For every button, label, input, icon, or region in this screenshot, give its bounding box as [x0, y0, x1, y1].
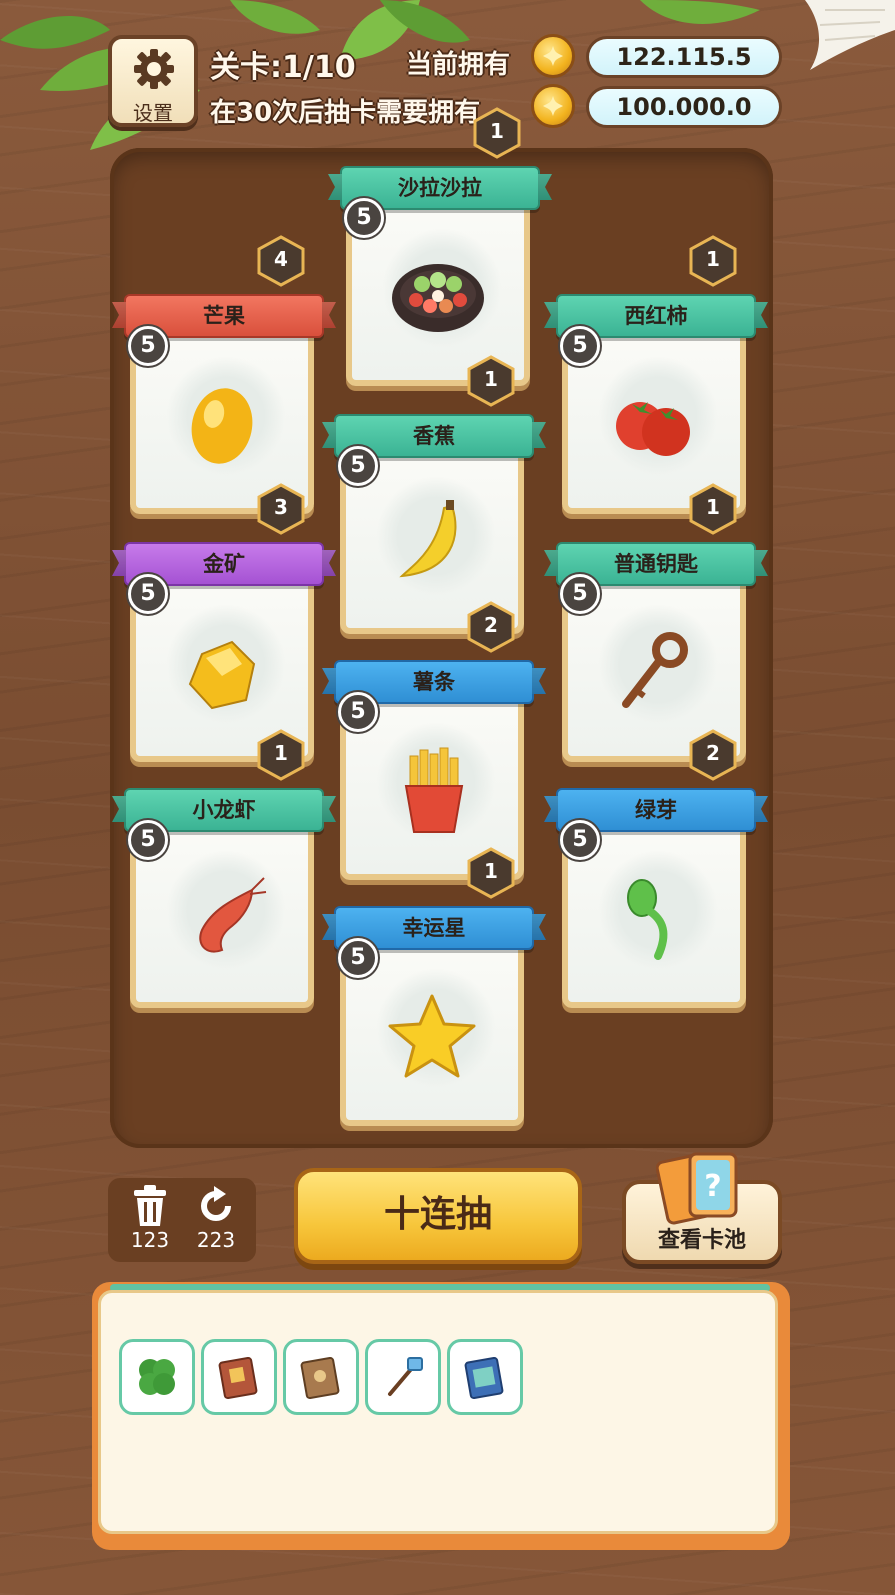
inventory-slot[interactable] [201, 1339, 277, 1415]
card-level-badge: 5 [128, 574, 168, 614]
cards-question-icon: ? [656, 1152, 738, 1225]
trash-count: 123 [130, 1228, 170, 1252]
magic-wand-icon [388, 1357, 423, 1396]
card-count-badge: 1 [686, 482, 740, 536]
svg-text:?: ? [704, 1169, 721, 1204]
inventory-panel [92, 1282, 790, 1550]
card-count-badge: 1 [464, 846, 518, 900]
coin-icon [531, 34, 575, 78]
card-count-badge: 2 [464, 600, 518, 654]
clover-icon [139, 1359, 175, 1395]
view-card-pool-button[interactable]: ? 查看卡池 [622, 1152, 782, 1264]
card-count-badge: 2 [686, 728, 740, 782]
key-icon [622, 632, 688, 708]
card-count-badge: 1 [686, 234, 740, 288]
gold-ore-icon [188, 640, 256, 710]
card-level-badge: 5 [128, 820, 168, 860]
fries-icon [404, 747, 464, 833]
required-value: 100.000.0 [586, 86, 782, 128]
level-indicator: 关卡:1/10 [210, 50, 356, 85]
ten-draw-button[interactable]: 十连抽 [294, 1168, 582, 1264]
card-count: 1 [490, 119, 504, 143]
crayfish-icon [199, 877, 267, 953]
card-count-badge: 1 [470, 106, 524, 160]
view-card-pool-label: 查看卡池 [657, 1228, 746, 1253]
book-red-icon [218, 1356, 258, 1400]
paper-corner-decoration [805, 0, 895, 70]
card-level-badge: 5 [344, 198, 384, 238]
card-count: 1 [484, 859, 498, 883]
card-level-badge: 5 [338, 692, 378, 732]
required-label: 在30次后抽卡需要拥有 [210, 98, 481, 128]
refresh-icon [201, 1186, 231, 1221]
trash-icon [134, 1185, 166, 1226]
card-level-badge: 5 [560, 820, 600, 860]
card-count: 3 [274, 495, 288, 519]
card-count-badge: 3 [254, 482, 308, 536]
card-count: 4 [274, 247, 288, 271]
card-count-badge: 1 [254, 728, 308, 782]
salad-icon [392, 264, 484, 332]
star-icon [388, 994, 476, 1078]
card-count: 2 [706, 741, 720, 765]
owned-value: 122.115.5 [586, 36, 782, 78]
coin-icon [531, 84, 575, 128]
refresh-count: 223 [196, 1228, 236, 1252]
book-brown-icon [300, 1356, 340, 1400]
card-count-badge: 1 [464, 354, 518, 408]
refresh-button[interactable]: 223 [186, 1184, 246, 1252]
book-blue-icon [464, 1356, 504, 1400]
sprout-icon [627, 879, 668, 960]
mango-icon [191, 388, 253, 464]
settings-button[interactable]: 设置 [108, 35, 198, 127]
tomato-icon [616, 402, 690, 456]
tools-panel: 123 223 [108, 1178, 256, 1262]
card-count: 1 [706, 247, 720, 271]
card-level-badge: 5 [128, 326, 168, 366]
inventory-slot[interactable] [447, 1339, 523, 1415]
owned-label: 当前拥有 [406, 50, 511, 80]
card-count: 1 [274, 741, 288, 765]
inventory-slot[interactable] [283, 1339, 359, 1415]
banana-icon [399, 500, 457, 578]
card-level-badge: 5 [560, 574, 600, 614]
card-level-badge: 5 [338, 446, 378, 486]
inventory-slot[interactable] [119, 1339, 195, 1415]
settings-label: 设置 [133, 101, 173, 125]
card-count: 1 [706, 495, 720, 519]
card-level-badge: 5 [560, 326, 600, 366]
trash-button[interactable]: 123 [120, 1184, 180, 1252]
card-count-badge: 4 [254, 234, 308, 288]
gear-icon [134, 49, 174, 89]
card-count: 1 [484, 367, 498, 391]
card-level-badge: 5 [338, 938, 378, 978]
inventory-slot[interactable] [365, 1339, 441, 1415]
card-count: 2 [484, 613, 498, 637]
